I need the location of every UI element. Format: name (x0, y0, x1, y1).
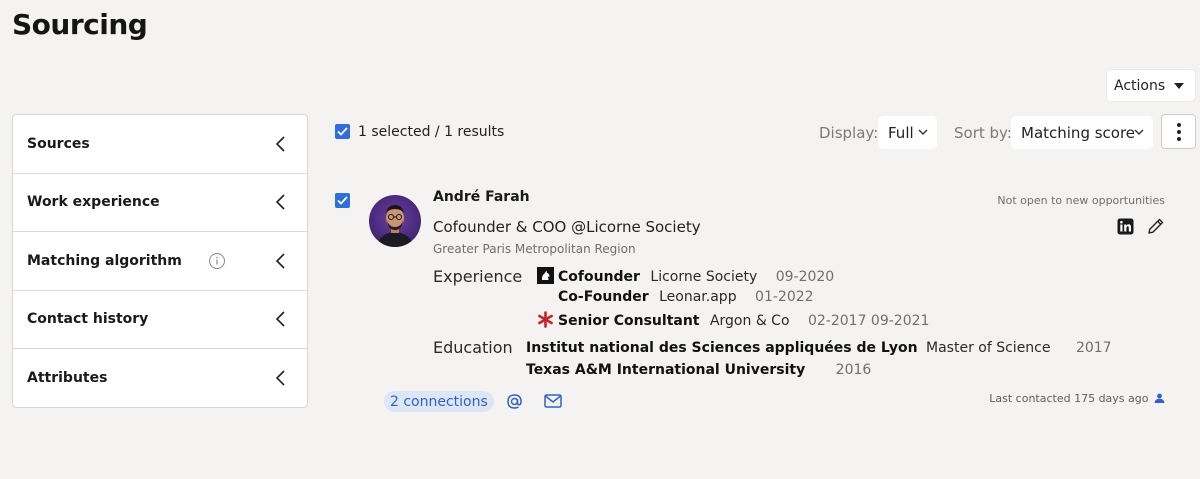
chevron-left-icon (275, 370, 285, 386)
sidebar-item-contact-history[interactable]: Contact history (13, 291, 307, 349)
sidebar-item-label: Sources (27, 135, 90, 152)
avatar-portrait (377, 205, 413, 247)
checkmark-icon (337, 127, 348, 136)
experience-item: Co-Founder Leonar.app 01-2022 (558, 289, 814, 305)
experience-dates: 09-2020 (775, 269, 835, 285)
education-item: Institut national des Sciences appliquée… (526, 340, 1112, 356)
candidate-location: Greater Paris Metropolitan Region (433, 242, 636, 256)
chevron-down-icon (918, 129, 928, 135)
experience-company: Argon & Co (709, 313, 790, 329)
chevron-left-icon (275, 136, 285, 152)
actions-button[interactable]: Actions (1106, 69, 1196, 102)
candidate-name[interactable]: André Farah (433, 189, 530, 205)
experience-company: Leonar.app (659, 289, 737, 305)
experience-dates: 02-2017 09-2021 (807, 313, 930, 329)
sidebar-item-label: Contact history (27, 311, 149, 328)
page-title: Sourcing (12, 8, 148, 41)
sort-select-value: Matching score (1021, 123, 1136, 142)
education-year: 2017 (1075, 340, 1112, 356)
candidate-checkbox[interactable] (335, 193, 350, 208)
kebab-dot (1176, 136, 1181, 141)
education-year: 2016 (835, 362, 872, 378)
education-degree: Master of Science (926, 340, 1051, 356)
chevron-left-icon (275, 194, 285, 210)
experience-item: Cofounder Licorne Society 09-2020 (537, 267, 834, 285)
sidebar-item-attributes[interactable]: Attributes (13, 349, 307, 408)
kebab-dot (1176, 129, 1181, 134)
filters-sidebar: Sources Work experience Matching algorit… (12, 114, 308, 408)
sidebar-item-work-experience[interactable]: Work experience (13, 174, 307, 232)
kebab-dot (1176, 122, 1181, 127)
experience-title: Co-Founder (558, 289, 649, 305)
contact-person-icon (1154, 393, 1165, 403)
sort-label: Sort by: (954, 124, 1012, 142)
info-icon[interactable] (208, 252, 226, 270)
linkedin-icon[interactable] (1117, 218, 1134, 235)
experience-title: Cofounder (558, 269, 640, 285)
licorne-society-logo-icon (537, 267, 554, 284)
open-to-work-status: Not open to new opportunities (997, 194, 1165, 207)
avatar[interactable] (369, 195, 421, 247)
education-item: Texas A&M International University 2016 (526, 362, 871, 378)
experience-item: Senior Consultant Argon & Co 02-2017 09-… (537, 311, 929, 329)
experience-dates: 01-2022 (755, 289, 814, 305)
experience-label: Experience (433, 267, 523, 286)
experience-company: Licorne Society (650, 269, 758, 285)
results-count: 1 selected / 1 results (358, 124, 505, 140)
display-select[interactable]: Full (878, 116, 937, 149)
caret-down-icon (1174, 83, 1184, 89)
checkmark-icon (337, 196, 348, 205)
experience-title: Senior Consultant (558, 313, 700, 329)
actions-button-label: Actions (1114, 77, 1166, 94)
sidebar-item-matching-algorithm[interactable]: Matching algorithm (13, 232, 307, 291)
education-school: Institut national des Sciences appliquée… (526, 340, 918, 356)
pencil-icon[interactable] (1146, 217, 1165, 236)
at-icon[interactable] (506, 393, 523, 410)
sidebar-item-label: Work experience (27, 194, 160, 211)
display-select-value: Full (888, 123, 914, 142)
education-label: Education (433, 338, 513, 357)
last-contacted: Last contacted 175 days ago (989, 392, 1165, 405)
connections-badge[interactable]: 2 connections (384, 391, 494, 412)
select-all-checkbox[interactable] (335, 124, 350, 139)
chevron-left-icon (275, 311, 285, 327)
sort-select[interactable]: Matching score (1011, 116, 1153, 149)
candidate-headline: Cofounder & COO @Licorne Society (433, 218, 701, 236)
chevron-left-icon (275, 253, 285, 269)
sidebar-item-label: Matching algorithm (27, 252, 182, 269)
chevron-down-icon (1134, 129, 1144, 135)
display-label: Display: (819, 124, 879, 142)
sidebar-item-label: Attributes (27, 370, 108, 387)
mail-icon[interactable] (544, 394, 562, 408)
education-school: Texas A&M International University (526, 362, 806, 378)
sidebar-item-sources[interactable]: Sources (13, 115, 307, 174)
last-contacted-text: Last contacted 175 days ago (989, 392, 1149, 405)
argon-logo-icon (538, 311, 553, 328)
more-options-button[interactable] (1161, 114, 1196, 149)
